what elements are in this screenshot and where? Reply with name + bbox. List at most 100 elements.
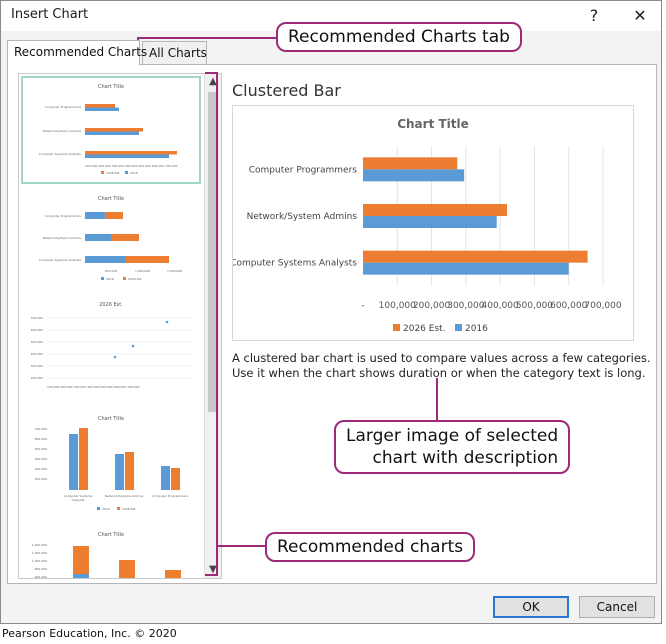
thumbnail-title: Chart Title — [98, 532, 124, 538]
svg-text:600,000: 600,000 — [35, 575, 47, 578]
chart-thumbnail-clustered-column[interactable]: Chart Title 700,000 600,000 500,000 400,… — [23, 410, 199, 520]
svg-text:800,000: 800,000 — [35, 567, 47, 571]
svg-text:2016: 2016 — [106, 277, 114, 281]
legend-label: 2026 Est. — [403, 324, 446, 334]
svg-text:Network/Systems Admins: Network/Systems Admins — [43, 129, 82, 133]
callout-connector-tab — [137, 37, 277, 39]
ok-button[interactable]: OK — [493, 596, 569, 618]
svg-text:700,000: 700,000 — [31, 316, 43, 320]
tab-content: Chart Title Computer Programmers Network… — [7, 64, 657, 584]
chart-thumbnail-clustered-bar[interactable]: Chart Title Computer Programmers Network… — [21, 76, 201, 184]
svg-text:300,000: 300,000 — [31, 364, 43, 368]
cancel-button[interactable]: Cancel — [579, 596, 655, 618]
chart-preview: Chart Title Computer Programmers Network/… — [230, 105, 634, 341]
thumbnail-bars — [85, 104, 177, 158]
thumbnail-container: Chart Title Computer Programmers Network… — [19, 74, 205, 578]
svg-text:1,000,000: 1,000,000 — [32, 559, 47, 563]
svg-text:100,000 200,000 300,000 400,00: 100,000 200,000 300,000 400,000 500,000 … — [85, 164, 178, 168]
x-tick-label: 700,000 — [584, 301, 621, 311]
callout-bracket — [216, 72, 218, 576]
bar-2026-est- — [363, 157, 458, 170]
bar-2026-est- — [363, 204, 507, 216]
callout-recommended-charts-tab: Recommended Charts tab — [276, 22, 522, 52]
svg-text:2026 Est.: 2026 Est. — [128, 277, 142, 281]
chart-thumbnail-stacked-bar[interactable]: Chart Title Computer Programmers Network… — [23, 190, 199, 288]
x-tick-label: 400,000 — [482, 301, 519, 311]
svg-text:1,000,000: 1,000,000 — [135, 269, 150, 273]
svg-text:1,200,000: 1,200,000 — [32, 551, 47, 555]
svg-text:2016: 2016 — [102, 507, 110, 511]
x-tick-label: 100,000 — [379, 301, 416, 311]
chevron-up-icon[interactable]: ▲ — [205, 74, 221, 90]
svg-text:2016: 2016 — [130, 171, 138, 175]
legend-swatch — [393, 324, 400, 331]
svg-text:300,000: 300,000 — [35, 467, 47, 471]
callout-larger-image-line1: Larger image of selected — [346, 426, 559, 446]
callout-bracket-bottom — [205, 574, 218, 576]
bar-2026-est- — [363, 250, 588, 263]
preview-chart-svg: Chart Title Computer Programmers Network/… — [230, 117, 622, 334]
thumbnail-title: 2026 Est. — [99, 302, 123, 308]
legend-swatch — [455, 324, 462, 331]
x-tick-label: 600,000 — [550, 301, 587, 311]
legend-label: 2016 — [465, 324, 488, 334]
svg-text:400,000: 400,000 — [31, 352, 43, 356]
svg-text:Computer Programmers: Computer Programmers — [45, 214, 82, 218]
x-tick-label: 200,000 — [413, 301, 450, 311]
svg-text:700,000: 700,000 — [35, 427, 47, 431]
svg-text:Computer Programmers: Computer Programmers — [45, 105, 82, 109]
insert-chart-dialog: Insert Chart ? ✕ Recommended Charts All … — [0, 0, 662, 624]
svg-text:100,000 200,000 300,000 400,00: 100,000 200,000 300,000 400,000 500,000 … — [47, 385, 140, 389]
svg-text:500,000: 500,000 — [35, 447, 47, 451]
svg-text:1,500,000: 1,500,000 — [167, 269, 182, 273]
callout-larger-image: Larger image of selected chart with desc… — [334, 420, 571, 474]
callout-connector-preview — [436, 378, 438, 420]
preview-heading: Clustered Bar — [232, 81, 341, 100]
category-label: Computer Systems Analysts — [233, 259, 357, 269]
close-button[interactable]: ✕ — [625, 3, 655, 29]
copyright-footer: Pearson Education, Inc. © 2020 — [2, 627, 177, 640]
recommended-charts-list: Chart Title Computer Programmers Network… — [18, 73, 222, 579]
chart-category-labels: Computer Programmers Network/System Admin… — [230, 165, 358, 269]
callout-bracket-top — [205, 72, 218, 74]
chart-thumbnail-scatter[interactable]: 2026 Est. 700,000 600,000 500,000 400,00… — [23, 296, 199, 402]
x-tick-label: 300,000 — [447, 301, 484, 311]
svg-text:600,000: 600,000 — [105, 269, 117, 273]
svg-text:Computer Systems Analysts: Computer Systems Analysts — [39, 152, 82, 156]
thumbnail-scrollbar[interactable]: ▲ ▼ — [204, 74, 221, 578]
chart-title: Chart Title — [397, 117, 469, 131]
svg-text:500,000: 500,000 — [31, 340, 43, 344]
chart-thumbnail-stacked-column[interactable]: Chart Title 1,400,000 1,200,000 1,000,00… — [23, 526, 199, 578]
callout-connector-charts — [218, 545, 266, 547]
tab-all-charts[interactable]: All Charts — [142, 41, 207, 64]
svg-text:600,000: 600,000 — [35, 437, 47, 441]
svg-text:200,000: 200,000 — [35, 477, 47, 481]
category-label: Network/System Admins — [247, 212, 358, 222]
bar-2016 — [363, 216, 497, 228]
callout-recommended-charts: Recommended charts — [265, 532, 476, 562]
svg-text:600,000: 600,000 — [31, 328, 43, 332]
bar-2016 — [363, 262, 569, 275]
thumbnail-title: Chart Title — [98, 84, 124, 90]
tab-recommended-charts[interactable]: Recommended Charts — [7, 40, 147, 65]
svg-text:200,000: 200,000 — [31, 376, 43, 380]
chart-tick-labels: - 100,000200,000300,000400,000500,000600,… — [361, 301, 622, 311]
svg-text:Network/Systems Admins: Network/Systems Admins — [43, 236, 82, 240]
chart-legend: 2026 Est. 2016 — [393, 324, 488, 334]
chart-description: A clustered bar chart is used to compare… — [232, 351, 651, 380]
x-tick-label: 500,000 — [516, 301, 553, 311]
help-button[interactable]: ? — [579, 3, 609, 29]
svg-text:Analysts: Analysts — [72, 498, 85, 502]
svg-text:2026 Est.: 2026 Est. — [106, 171, 120, 175]
svg-text:400,000: 400,000 — [35, 457, 47, 461]
svg-text:1,400,000: 1,400,000 — [32, 543, 47, 547]
svg-text:2026 Est.: 2026 Est. — [122, 507, 136, 511]
bar-2016 — [363, 169, 465, 182]
category-label: Computer Programmers — [249, 165, 358, 175]
chart-bars — [363, 157, 588, 275]
x-tick-label: - — [361, 301, 364, 311]
callout-larger-image-line2: chart with description — [372, 448, 559, 468]
svg-text:Network/Systems Admins: Network/Systems Admins — [105, 494, 144, 498]
dialog-title: Insert Chart — [11, 7, 89, 22]
svg-text:Computer Programmers: Computer Programmers — [152, 494, 189, 498]
